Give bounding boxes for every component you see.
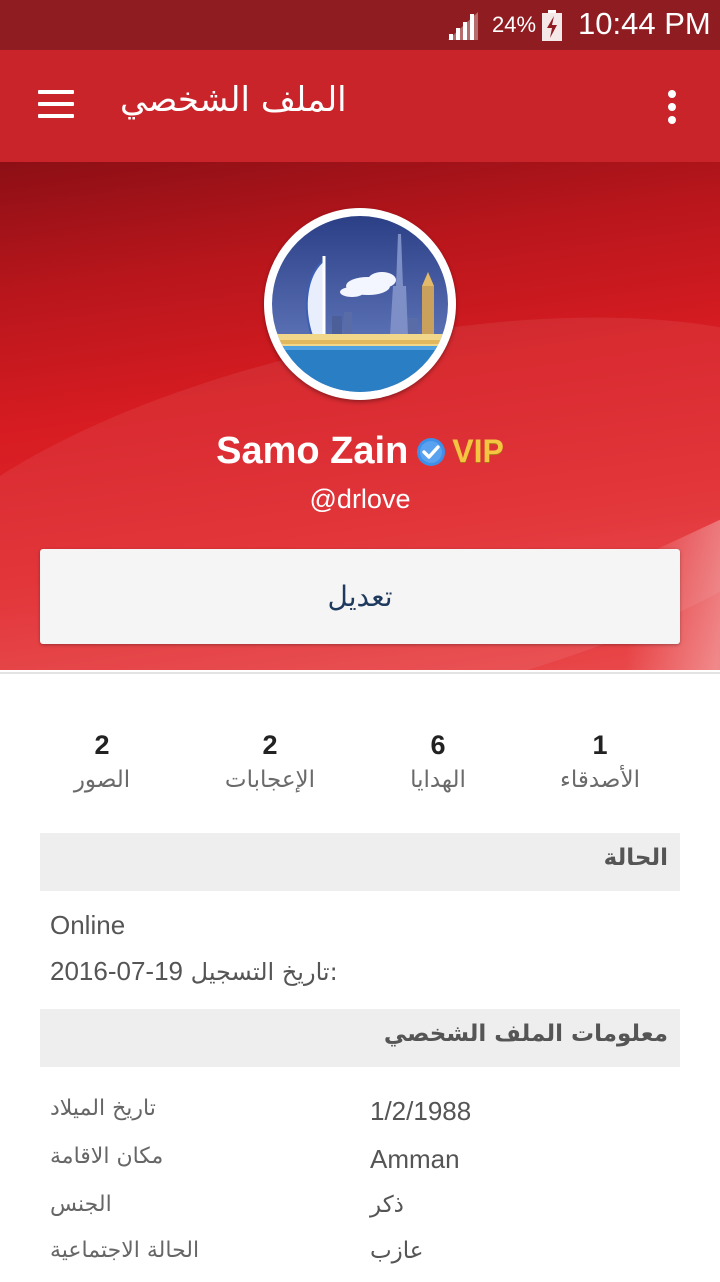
stat-count: 2 <box>262 730 278 760</box>
registration-date: 2016-07-19 <box>50 956 183 986</box>
info-label: الجنس <box>50 1192 112 1217</box>
menu-icon[interactable] <box>28 82 84 128</box>
info-section-header: معلومات الملف الشخصي <box>40 1009 680 1067</box>
info-label: الحالة الاجتماعية <box>50 1238 200 1263</box>
profile-stats: 1 الأصدقاء 6 الهدايا 2 الإعجابات 2 الصور <box>0 728 720 808</box>
overflow-menu-icon[interactable] <box>652 84 692 130</box>
signal-icon <box>448 12 478 40</box>
avatar-image <box>272 216 448 392</box>
stat-gifts[interactable]: 6 الهدايا <box>358 728 518 798</box>
app-bar: الملف الشخصي <box>0 50 720 162</box>
info-value: عازب <box>370 1238 424 1264</box>
avatar[interactable] <box>264 208 456 400</box>
profile-header: Samo Zain VIP @drlove تعديل <box>0 162 720 670</box>
status-section-header: الحالة <box>40 833 680 891</box>
verified-icon <box>417 437 446 466</box>
profile-name: Samo Zain <box>216 430 409 472</box>
info-value: ذكر <box>370 1192 404 1218</box>
info-label: مكان الاقامة <box>50 1144 164 1169</box>
info-row-residence: مكان الاقامة Amman <box>0 1144 720 1188</box>
section-title: معلومات الملف الشخصي <box>383 1021 668 1047</box>
status-bar: 24% 10:44 PM <box>0 0 720 50</box>
stat-count: 1 <box>592 730 608 760</box>
info-row-birthdate: تاريخ الميلاد 1/2/1988 <box>0 1096 720 1140</box>
stat-photos[interactable]: 2 الصور <box>22 728 182 798</box>
battery-percent: 24% <box>492 12 537 37</box>
stat-label: الإعجابات <box>224 767 316 793</box>
stat-label: الأصدقاء <box>560 767 640 793</box>
info-row-gender: الجنس ذكر <box>0 1192 720 1236</box>
info-value: Amman <box>370 1144 460 1174</box>
clock: 10:44 PM <box>578 6 711 41</box>
info-row-marital-status: الحالة الاجتماعية عازب <box>0 1238 720 1282</box>
section-title: الحالة <box>603 845 668 871</box>
battery-charging-icon <box>542 10 562 41</box>
online-status: Online <box>50 910 126 940</box>
stat-count: 6 <box>430 730 446 760</box>
edit-profile-button[interactable]: تعديل <box>40 549 680 644</box>
vip-badge: VIP <box>452 433 504 469</box>
profile-handle: @drlove <box>309 484 411 514</box>
info-label: تاريخ الميلاد <box>50 1096 156 1121</box>
divider <box>0 672 720 674</box>
profile-name-row: Samo Zain VIP <box>0 430 720 473</box>
page-title: الملف الشخصي <box>120 80 347 120</box>
info-value: 1/2/1988 <box>370 1096 472 1126</box>
registration-label: تاريخ التسجيل: <box>190 958 338 986</box>
stat-likes[interactable]: 2 الإعجابات <box>190 728 350 798</box>
stat-friends[interactable]: 1 الأصدقاء <box>520 728 680 798</box>
stat-label: الصور <box>73 767 131 793</box>
registration-row: 2016-07-19 تاريخ التسجيل: <box>50 956 338 987</box>
stat-label: الهدايا <box>410 767 466 793</box>
stat-count: 2 <box>94 730 110 760</box>
